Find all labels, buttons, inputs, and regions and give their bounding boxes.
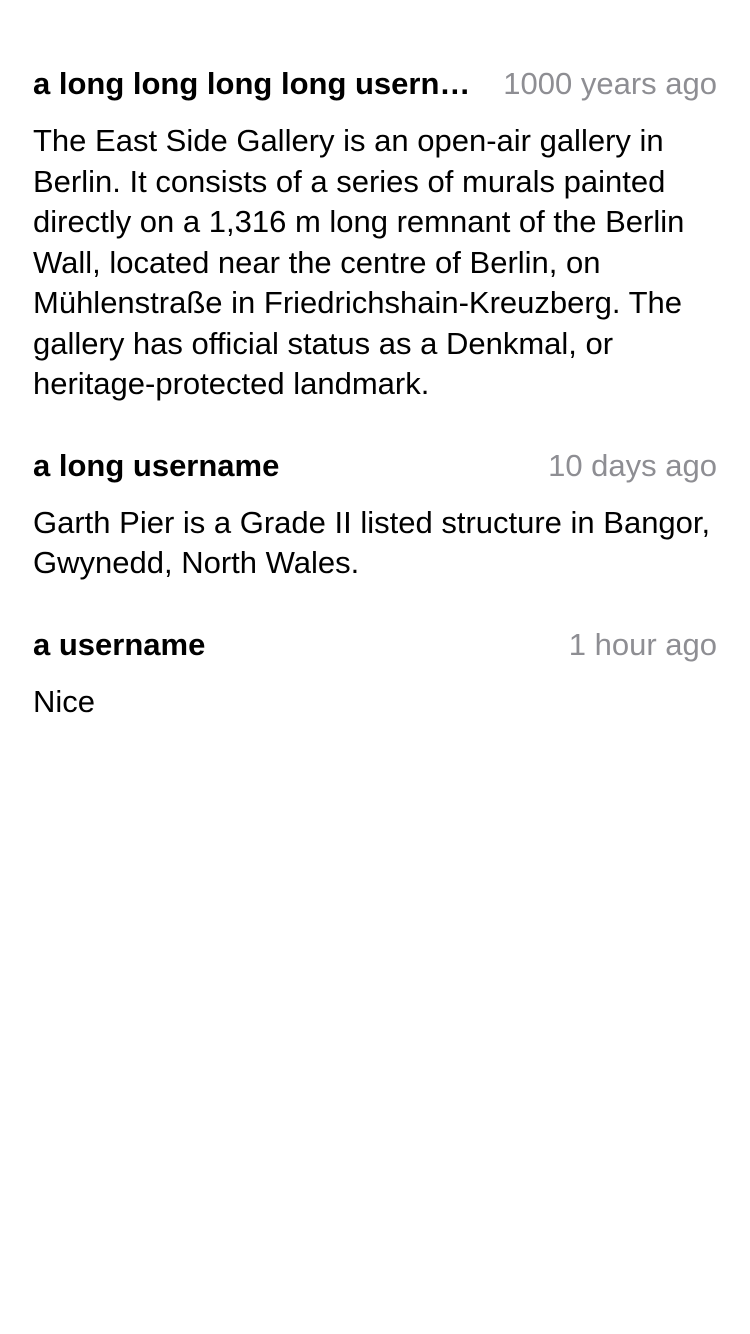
comment-list: a long long long long username 1000 year… xyxy=(33,64,717,763)
comment-header: a long username 10 days ago xyxy=(33,446,717,486)
comment-text: Nice xyxy=(33,683,96,719)
comment-header: a long long long long username 1000 year… xyxy=(33,64,717,104)
comment-text: Garth Pier is a Grade II listed structur… xyxy=(33,504,711,581)
comment-timestamp: 1 hour ago xyxy=(568,626,717,662)
comment-header: a username 1 hour ago xyxy=(33,625,717,665)
comment-item[interactable]: a long username 10 days ago Garth Pier i… xyxy=(33,446,717,584)
comment-username[interactable]: a long username xyxy=(33,446,526,486)
comment-timestamp: 1000 years ago xyxy=(503,66,717,101)
comment-item[interactable]: a long long long long username 1000 year… xyxy=(33,64,717,405)
comment-username[interactable]: a long long long long username xyxy=(33,64,481,104)
comment-item[interactable]: a username 1 hour ago Nice xyxy=(33,625,717,723)
comment-text: The East Side Gallery is an open-air gal… xyxy=(33,123,685,401)
comment-username[interactable]: a username xyxy=(33,625,547,665)
comment-timestamp: 10 days ago xyxy=(548,447,717,483)
